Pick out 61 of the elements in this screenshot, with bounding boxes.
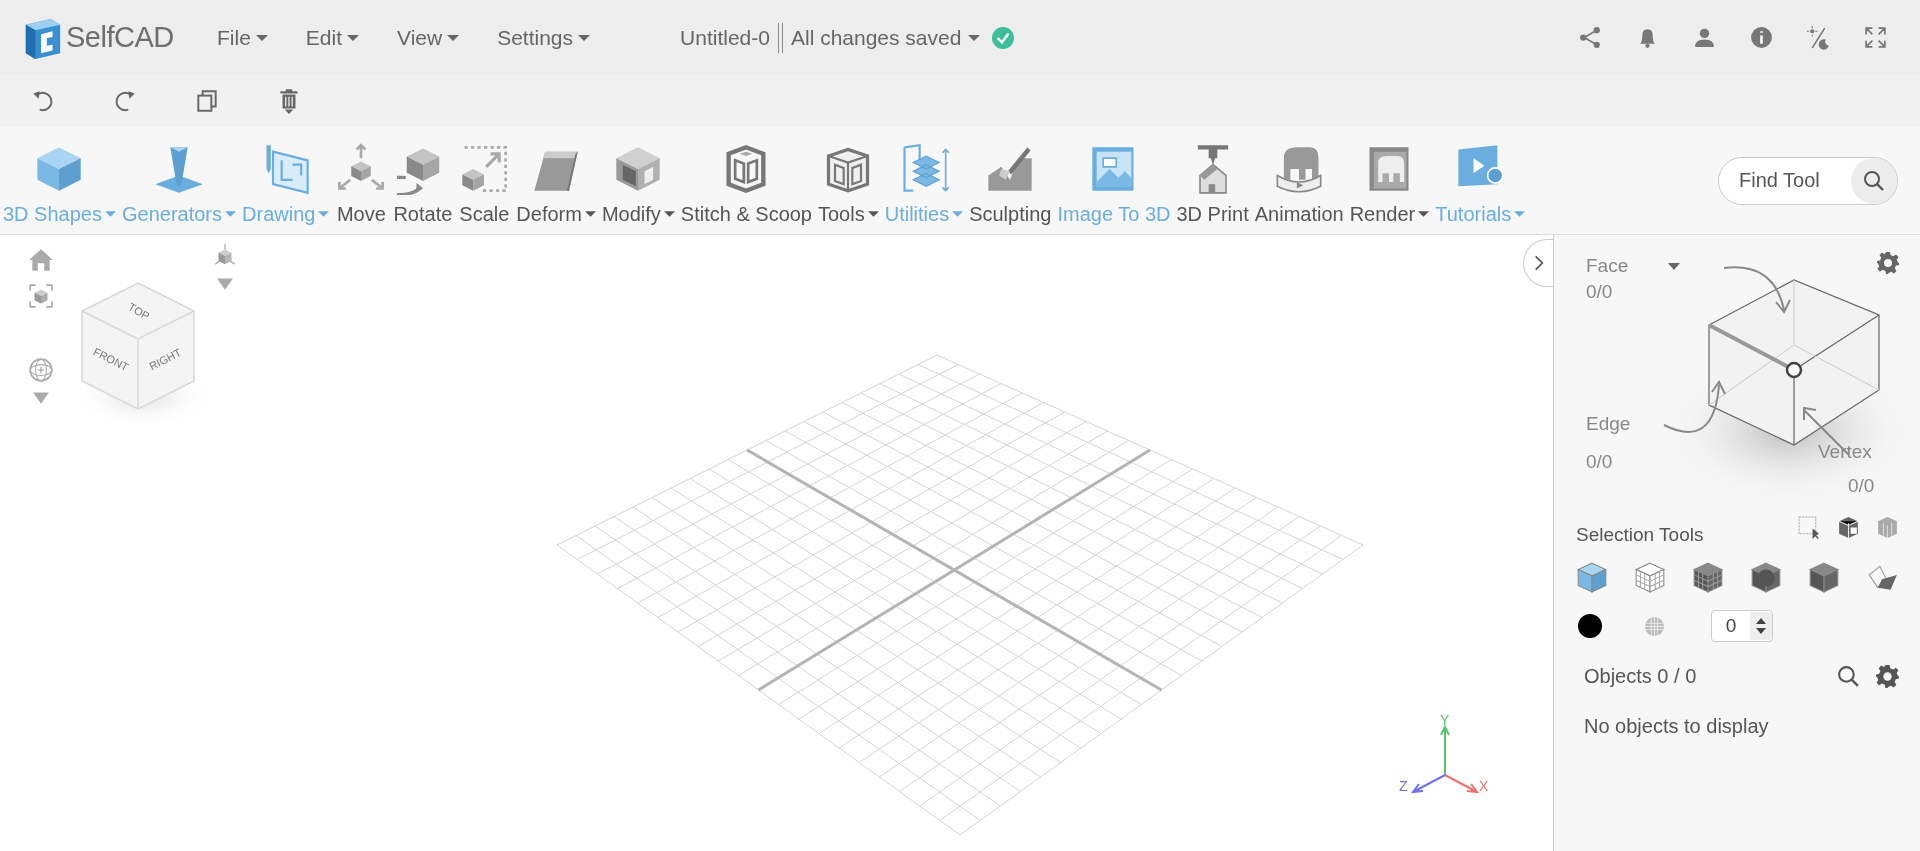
settings-icon[interactable] [1876,251,1900,275]
home-icon[interactable] [28,247,54,273]
fullscreen-icon[interactable] [1863,25,1888,50]
number-spinner[interactable]: 0 [1711,610,1773,642]
tool-button[interactable]: Render [1346,143,1433,226]
tool-button[interactable]: Stitch & Scoop [677,143,815,226]
search-icon[interactable] [1836,664,1861,689]
sphere-in-cube-icon[interactable] [1748,560,1784,596]
axis-label: X [1479,778,1489,794]
tool-button[interactable]: Modify [598,143,678,226]
tool-button[interactable]: 3D Print [1173,143,1252,226]
document-title: Untitled-0 [680,25,770,50]
cube-face-label: TOP [126,300,152,323]
caret-icon[interactable] [216,277,234,291]
vertex-count: 0/0 [1848,475,1875,497]
menu-item[interactable]: View [397,25,460,50]
caret-icon[interactable] [1668,263,1680,271]
face-count: 0/0 [1586,281,1613,303]
color-dot[interactable] [1578,614,1602,638]
tool-button[interactable]: Sculpting [966,143,1055,226]
axis-label: Z [1399,778,1408,794]
logo-text: SelfCAD [66,21,174,54]
caret-icon [447,34,460,41]
tool-button[interactable]: Tools [815,143,882,226]
solid-cube-icon[interactable] [1574,560,1610,596]
theme-toggle-icon[interactable] [1806,25,1831,50]
search-icon[interactable] [1862,168,1886,193]
edge-count: 0/0 [1586,451,1613,473]
layered-cube-icon[interactable] [1875,515,1900,540]
wire-cube-icon[interactable] [1632,560,1668,596]
settings-icon[interactable] [1875,664,1900,689]
objects-count: Objects 0 / 0 [1584,665,1698,688]
tool-button[interactable]: Scale [455,143,514,226]
grid-cube-icon[interactable] [1690,560,1726,596]
axis-label: Y [1440,715,1450,728]
cube-arrow-icon[interactable] [1836,515,1861,540]
selection-tools-label: Selection Tools [1576,524,1704,546]
caret-icon [578,34,591,41]
empty-message: No objects to display [1584,715,1770,738]
caret-icon [968,34,981,41]
save-status-dropdown[interactable]: All changes saved [790,25,981,50]
info-icon[interactable] [1749,25,1774,50]
menu-item[interactable]: Settings [497,25,591,50]
tool-button[interactable]: Rotate [390,143,456,226]
globe-icon[interactable] [28,357,54,383]
copy-icon[interactable] [194,87,220,115]
vertex-label: Vertex [1818,441,1872,463]
tool-button[interactable]: Deform [513,143,599,226]
menu-item[interactable]: File [217,25,268,50]
tool-button[interactable]: Animation [1251,143,1347,226]
tool-button[interactable]: Move [332,143,391,226]
fit-view-icon[interactable] [28,283,54,309]
caret-icon[interactable] [32,391,50,405]
chevron-right-icon [1533,254,1544,272]
menu-item[interactable]: Edit [305,25,360,50]
edge-label: Edge [1586,413,1631,435]
box-select-icon[interactable] [1797,515,1822,540]
caret-icon [255,34,268,41]
share-icon[interactable] [1578,25,1603,50]
face-label: Face [1586,255,1629,277]
caret-icon [347,34,360,41]
